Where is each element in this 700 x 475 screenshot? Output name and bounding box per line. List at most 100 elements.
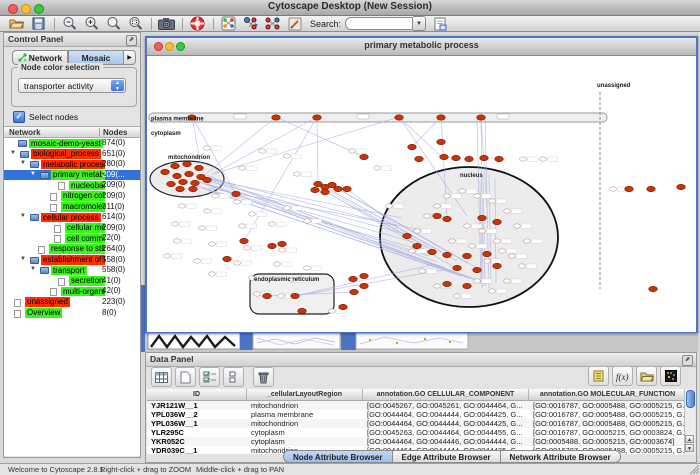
node[interactable] [480, 155, 489, 160]
node[interactable] [274, 262, 281, 266]
expand-triangle-icon[interactable]: ▼ [20, 211, 26, 222]
node[interactable] [483, 251, 492, 256]
tree-row[interactable]: mosaic-demo-yeast874(0) [4, 138, 140, 149]
layout-nodes-icon[interactable] [242, 16, 259, 31]
network-overview-icon[interactable] [220, 16, 237, 31]
node[interactable] [443, 216, 452, 221]
node[interactable] [189, 186, 198, 191]
node[interactable] [239, 224, 246, 228]
node[interactable] [504, 279, 511, 283]
resize-grip-icon[interactable] [690, 465, 699, 474]
node[interactable] [161, 169, 170, 174]
import-attributes-icon[interactable] [636, 366, 657, 386]
node[interactable] [183, 161, 192, 166]
node[interactable] [444, 194, 451, 198]
node[interactable] [195, 165, 204, 170]
zoom-fit-icon[interactable] [105, 16, 122, 31]
tree-row[interactable]: nucleobase-c209(0) [4, 180, 140, 191]
network-canvas-area[interactable]: plasma membranecytoplasmmitochondrionnuc… [147, 56, 696, 332]
node[interactable] [173, 173, 182, 178]
expand-triangle-icon[interactable]: ▼ [10, 148, 16, 159]
tree-row[interactable]: ▼transport558(0) [4, 265, 140, 276]
tree-row[interactable]: ▼primary metabo209(... [4, 170, 140, 181]
node[interactable] [343, 186, 352, 191]
node[interactable] [164, 254, 171, 258]
node[interactable] [313, 115, 322, 120]
column-header[interactable]: ID [147, 389, 247, 400]
node[interactable] [191, 180, 200, 185]
node[interactable] [360, 273, 369, 278]
node[interactable] [254, 292, 261, 296]
node[interactable] [489, 289, 496, 293]
node[interactable] [424, 214, 431, 218]
table-row[interactable]: YPL036W__1mitochondrion[GO:0044464, GO:0… [147, 419, 687, 428]
node[interactable] [440, 154, 449, 159]
node[interactable] [291, 293, 300, 298]
node[interactable] [443, 281, 452, 286]
node[interactable] [167, 181, 176, 186]
table-row[interactable]: YLR295Ccytoplasm[GO:0045263, GO:0044464,… [147, 428, 687, 437]
column-header[interactable]: annotation.GO CELLULAR_COMPONENT [363, 389, 529, 400]
new-attribute-icon[interactable] [175, 367, 196, 387]
float-data-panel-icon[interactable]: ⬈ [682, 355, 693, 366]
zoom-in-icon[interactable] [83, 16, 100, 31]
node[interactable] [409, 249, 416, 253]
node[interactable] [419, 269, 426, 273]
node[interactable] [268, 243, 277, 248]
node[interactable] [339, 304, 348, 309]
select-nodes-checkbox[interactable]: ✓ [13, 111, 25, 123]
import-annotation-icon[interactable] [432, 16, 449, 31]
tree-row[interactable]: multi-organism pro42(0) [4, 286, 140, 297]
node[interactable] [437, 139, 446, 144]
tree-row[interactable]: secretion41(0) [4, 276, 140, 287]
snapshot-icon[interactable] [158, 16, 175, 31]
attribute-table-icon[interactable] [151, 367, 172, 387]
tree-row[interactable]: Overview8(0) [4, 308, 140, 319]
node[interactable] [311, 187, 320, 192]
formula-builder-icon[interactable]: f(x) [612, 366, 633, 386]
node[interactable] [649, 286, 658, 291]
node[interactable] [179, 179, 188, 184]
scroll-down-icon[interactable]: ▼ [685, 444, 694, 452]
node[interactable] [374, 166, 381, 170]
column-header[interactable]: annotation.GO MOLECULAR_FUNCTION [529, 389, 687, 400]
node[interactable] [194, 259, 201, 263]
scrollbar-thumb[interactable] [686, 390, 695, 408]
node[interactable] [360, 154, 369, 159]
node[interactable] [334, 186, 343, 191]
table-row[interactable]: YJR121W__1mitochondrion[GO:0045267, GO:0… [147, 401, 687, 410]
node[interactable] [395, 115, 404, 120]
table-row[interactable]: YKR052Ccytoplasm[GO:0044464, GO:0044446,… [147, 437, 687, 446]
node[interactable] [484, 259, 491, 263]
node[interactable] [209, 272, 216, 276]
node[interactable] [477, 115, 486, 120]
layout-edges-icon[interactable] [264, 16, 281, 31]
expand-triangle-icon[interactable]: ▼ [30, 264, 36, 275]
node[interactable] [479, 229, 486, 233]
node[interactable] [176, 186, 185, 191]
search-dropdown-arrow-icon[interactable]: ▼ [413, 16, 426, 31]
column-header[interactable]: _cellularLayoutRegion [247, 389, 363, 400]
node[interactable] [610, 187, 617, 191]
node[interactable] [279, 248, 286, 252]
zoom-out-icon[interactable] [61, 16, 78, 31]
tree-row[interactable]: cellular metabo209(0) [4, 223, 140, 234]
search-input[interactable] [345, 17, 413, 30]
node[interactable] [434, 284, 441, 288]
node[interactable] [259, 149, 266, 153]
node[interactable] [240, 238, 249, 243]
expand-triangle-icon[interactable]: ▼ [20, 254, 26, 265]
table-scrollbar[interactable]: ▲ ▼ [684, 389, 695, 454]
node[interactable] [433, 213, 442, 218]
node[interactable] [350, 289, 359, 294]
node[interactable] [278, 241, 287, 246]
node[interactable] [449, 239, 456, 243]
save-icon[interactable] [30, 16, 47, 31]
unselect-attributes-icon[interactable] [223, 367, 244, 387]
help-icon[interactable] [189, 16, 206, 31]
scroll-up-icon[interactable]: ▲ [685, 435, 694, 443]
tree-row[interactable]: ▼establishment of lo558(0) [4, 255, 140, 266]
node[interactable] [474, 279, 481, 283]
attribute-matrix-icon[interactable] [660, 366, 681, 386]
node[interactable] [647, 186, 656, 191]
